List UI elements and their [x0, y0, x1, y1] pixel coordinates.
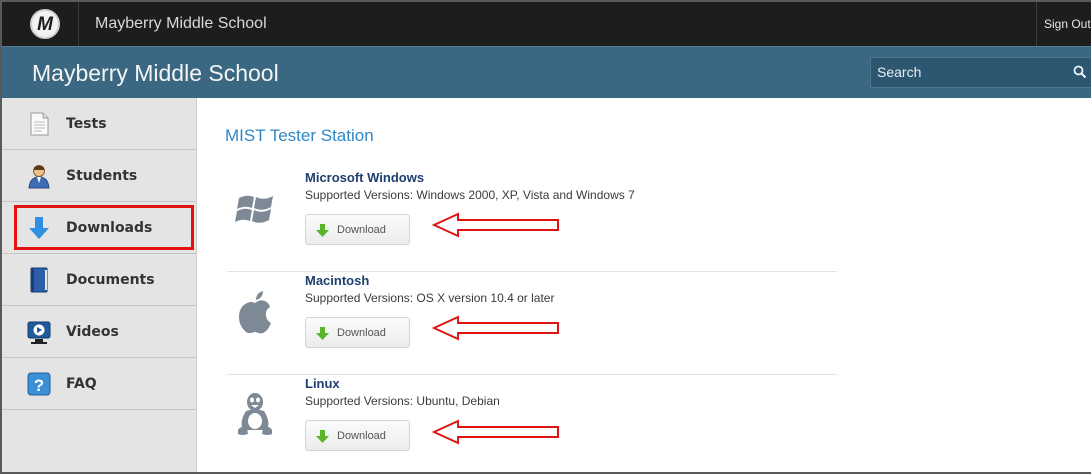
question-icon: ? — [27, 372, 51, 396]
os-name[interactable]: Linux — [305, 376, 340, 391]
document-icon — [30, 112, 49, 136]
download-button-label: Download — [337, 224, 386, 236]
download-button-windows[interactable]: Download — [305, 214, 410, 245]
sidebar-item-tests[interactable]: Tests — [2, 98, 197, 150]
divider — [1036, 2, 1037, 46]
annotation-arrow-icon — [432, 315, 559, 341]
top-bar-title[interactable]: Mayberry Middle School — [95, 15, 267, 33]
sidebar-item-label: Videos — [66, 324, 119, 340]
linux-tux-icon — [238, 393, 272, 435]
sidebar-item-label: Tests — [66, 116, 107, 132]
download-arrow-icon — [316, 327, 329, 340]
search-icon[interactable] — [1073, 65, 1087, 79]
download-button-macintosh[interactable]: Download — [305, 317, 410, 348]
search-box — [870, 57, 1091, 88]
book-icon — [30, 267, 48, 293]
sidebar-item-label: FAQ — [66, 376, 97, 392]
top-bar: M Mayberry Middle School Sign Out — [2, 2, 1091, 46]
divider — [78, 2, 79, 46]
sidebar-item-label: Students — [66, 168, 138, 184]
logo-letter: M — [37, 14, 53, 35]
download-button-label: Download — [337, 327, 386, 339]
sidebar: Tests Students Downloads Documents Video… — [2, 98, 197, 472]
apple-logo-icon — [239, 291, 271, 334]
download-button-label: Download — [337, 430, 386, 442]
sidebar-item-videos[interactable]: Videos — [2, 306, 197, 358]
os-name[interactable]: Macintosh — [305, 273, 369, 288]
sidebar-item-label: Documents — [66, 272, 155, 288]
download-arrow-icon — [316, 224, 329, 237]
windows-logo-icon — [235, 195, 273, 223]
download-button-linux[interactable]: Download — [305, 420, 410, 451]
supported-versions: Supported Versions: OS X version 10.4 or… — [305, 291, 555, 305]
downloads-highlight-box — [14, 205, 194, 250]
school-name: Mayberry Middle School — [32, 60, 279, 86]
svg-text:?: ? — [34, 376, 44, 395]
annotation-arrow-icon — [432, 212, 559, 238]
os-name[interactable]: Microsoft Windows — [305, 170, 424, 185]
download-arrow-icon — [316, 430, 329, 443]
annotation-arrow-icon — [432, 419, 559, 445]
page-title: MIST Tester Station — [225, 126, 374, 145]
page: M Mayberry Middle School Sign Out Mayber… — [0, 0, 1091, 474]
supported-versions: Supported Versions: Ubuntu, Debian — [305, 394, 500, 408]
student-icon — [28, 165, 50, 189]
header: Mayberry Middle School — [2, 46, 1091, 98]
search-input[interactable] — [877, 64, 1057, 80]
sidebar-item-faq[interactable]: ? FAQ — [2, 358, 197, 410]
school-logo-icon[interactable]: M — [30, 9, 60, 39]
supported-versions: Supported Versions: Windows 2000, XP, Vi… — [305, 188, 635, 202]
sidebar-item-students[interactable]: Students — [2, 150, 197, 202]
video-icon — [27, 321, 51, 344]
sidebar-item-documents[interactable]: Documents — [2, 254, 197, 306]
sign-out-link[interactable]: Sign Out — [1044, 17, 1091, 31]
